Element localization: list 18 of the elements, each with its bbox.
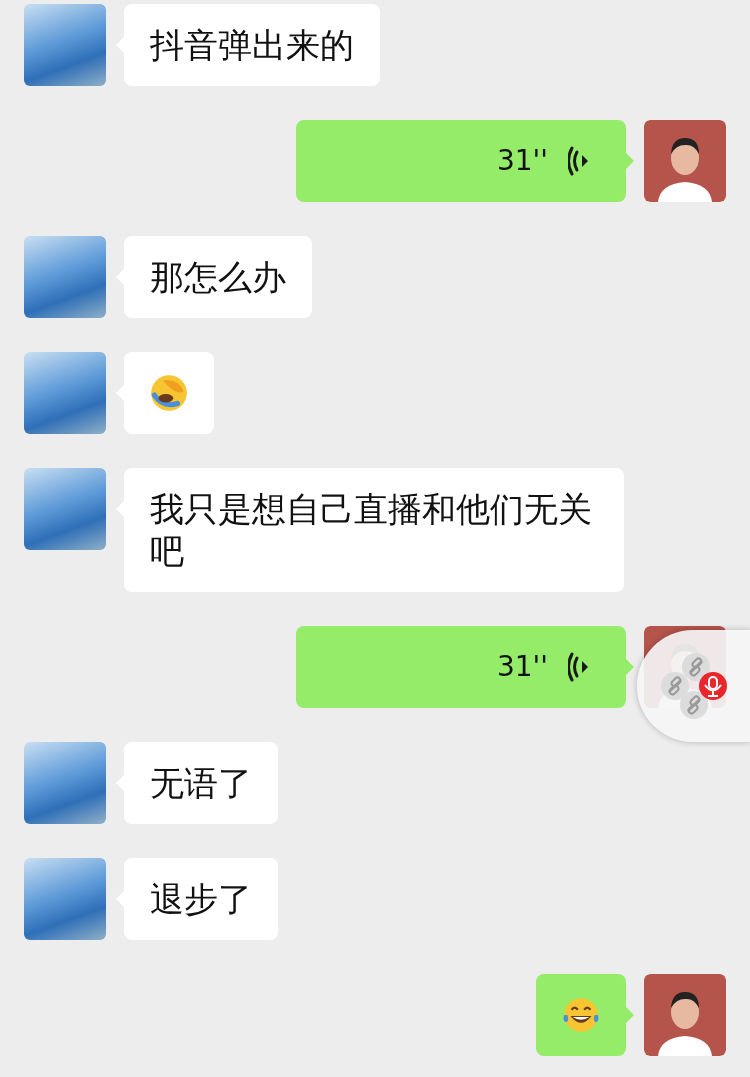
voice-message[interactable]: 31'' (296, 120, 626, 202)
link-icon[interactable] (661, 672, 689, 700)
avatar[interactable] (644, 974, 726, 1056)
floating-menu[interactable] (637, 630, 750, 742)
voice-icon (568, 652, 590, 682)
link-icon[interactable] (680, 691, 708, 719)
avatar[interactable] (644, 120, 726, 202)
message-text: 我只是想自己直播和他们无关吧 (124, 468, 624, 592)
microphone-icon[interactable] (699, 672, 727, 700)
emoji-message[interactable] (124, 352, 214, 434)
voice-message[interactable]: 31'' (296, 626, 626, 708)
emoji-icon (148, 372, 190, 414)
message-text: 无语了 (124, 742, 278, 824)
message-text: 那怎么办 (124, 236, 312, 318)
emoji-message[interactable] (536, 974, 626, 1056)
message-text: 退步了 (124, 858, 278, 940)
message-text: 抖音弹出来的 (124, 4, 380, 86)
voice-icon (568, 146, 590, 176)
